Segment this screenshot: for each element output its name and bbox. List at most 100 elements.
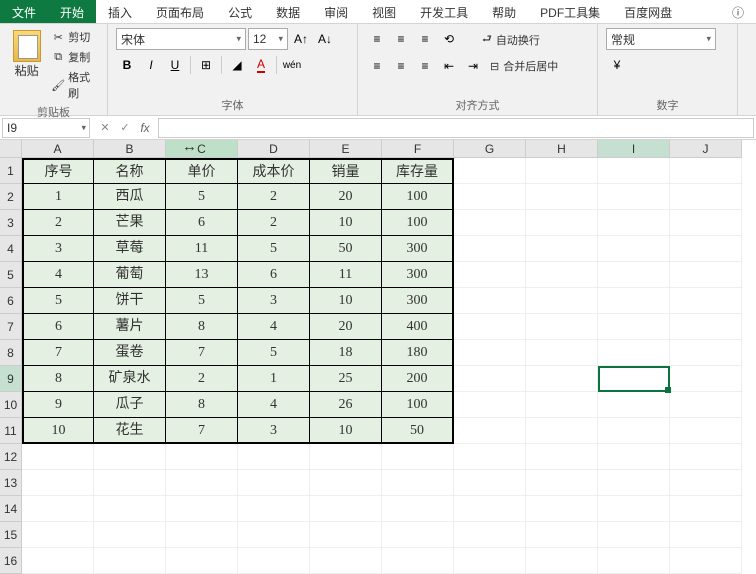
tab-file[interactable]: 文件: [0, 0, 48, 23]
cell-C7[interactable]: 8: [166, 314, 238, 340]
select-all-corner[interactable]: [0, 140, 22, 158]
cell-F9[interactable]: 200: [382, 366, 454, 392]
cell-D2[interactable]: 2: [238, 184, 310, 210]
cell-I15[interactable]: [598, 522, 670, 548]
font-color-button[interactable]: A: [250, 54, 272, 76]
cell-H5[interactable]: [526, 262, 598, 288]
cell-G13[interactable]: [454, 470, 526, 496]
cell-A8[interactable]: 7: [22, 340, 94, 366]
cell-D7[interactable]: 4: [238, 314, 310, 340]
row-header-14[interactable]: 14: [0, 496, 22, 522]
cell-G8[interactable]: [454, 340, 526, 366]
cell-F15[interactable]: [382, 522, 454, 548]
underline-button[interactable]: U: [164, 54, 186, 76]
bold-button[interactable]: B: [116, 54, 138, 76]
cell-G3[interactable]: [454, 210, 526, 236]
cell-H14[interactable]: [526, 496, 598, 522]
cell-I11[interactable]: [598, 418, 670, 444]
tab-insert[interactable]: 插入: [96, 0, 144, 23]
cell-H12[interactable]: [526, 444, 598, 470]
cell-E10[interactable]: 26: [310, 392, 382, 418]
row-header-8[interactable]: 8: [0, 340, 22, 366]
cancel-button[interactable]: ✕: [96, 119, 114, 137]
increase-font-button[interactable]: A↑: [290, 28, 312, 50]
col-header-C[interactable]: C: [166, 140, 238, 158]
row-header-3[interactable]: 3: [0, 210, 22, 236]
cell-C15[interactable]: [166, 522, 238, 548]
align-left-button[interactable]: ≡: [366, 55, 388, 77]
cell-F4[interactable]: 300: [382, 236, 454, 262]
cell-I1[interactable]: [598, 158, 670, 184]
cell-C16[interactable]: [166, 548, 238, 574]
cell-I16[interactable]: [598, 548, 670, 574]
row-header-15[interactable]: 15: [0, 522, 22, 548]
formula-input[interactable]: [158, 118, 754, 138]
cell-H10[interactable]: [526, 392, 598, 418]
row-header-10[interactable]: 10: [0, 392, 22, 418]
cell-C12[interactable]: [166, 444, 238, 470]
cell-D15[interactable]: [238, 522, 310, 548]
cell-J9[interactable]: [670, 366, 742, 392]
cell-F5[interactable]: 300: [382, 262, 454, 288]
cell-A10[interactable]: 9: [22, 392, 94, 418]
row-header-13[interactable]: 13: [0, 470, 22, 496]
tab-view[interactable]: 视图: [360, 0, 408, 23]
cell-C14[interactable]: [166, 496, 238, 522]
cell-B3[interactable]: 芒果: [94, 210, 166, 236]
cell-J13[interactable]: [670, 470, 742, 496]
cell-D3[interactable]: 2: [238, 210, 310, 236]
cell-D1[interactable]: 成本价: [238, 158, 310, 184]
cell-J10[interactable]: [670, 392, 742, 418]
cell-F10[interactable]: 100: [382, 392, 454, 418]
col-header-F[interactable]: F: [382, 140, 454, 158]
cell-E9[interactable]: 25: [310, 366, 382, 392]
align-middle-button[interactable]: ≡: [390, 28, 412, 50]
cell-J8[interactable]: [670, 340, 742, 366]
cell-D5[interactable]: 6: [238, 262, 310, 288]
orientation-button[interactable]: ⟲: [438, 28, 460, 50]
cell-F2[interactable]: 100: [382, 184, 454, 210]
cell-I6[interactable]: [598, 288, 670, 314]
cell-C10[interactable]: 8: [166, 392, 238, 418]
cell-B13[interactable]: [94, 470, 166, 496]
cell-I4[interactable]: [598, 236, 670, 262]
name-box[interactable]: I9▾: [2, 118, 90, 138]
cell-G16[interactable]: [454, 548, 526, 574]
indent-increase-button[interactable]: ⇥: [462, 55, 484, 77]
row-header-4[interactable]: 4: [0, 236, 22, 262]
decrease-font-button[interactable]: A↓: [314, 28, 336, 50]
cell-C6[interactable]: 5: [166, 288, 238, 314]
cell-H15[interactable]: [526, 522, 598, 548]
cell-A2[interactable]: 1: [22, 184, 94, 210]
font-size-select[interactable]: 12▾: [248, 28, 288, 50]
cell-C2[interactable]: 5: [166, 184, 238, 210]
cell-H8[interactable]: [526, 340, 598, 366]
cell-J4[interactable]: [670, 236, 742, 262]
cell-B6[interactable]: 饼干: [94, 288, 166, 314]
cell-A1[interactable]: 序号: [22, 158, 94, 184]
cell-J5[interactable]: [670, 262, 742, 288]
cell-E14[interactable]: [310, 496, 382, 522]
cell-G14[interactable]: [454, 496, 526, 522]
cell-I8[interactable]: [598, 340, 670, 366]
cell-D11[interactable]: 3: [238, 418, 310, 444]
cell-J6[interactable]: [670, 288, 742, 314]
cell-G12[interactable]: [454, 444, 526, 470]
cell-D14[interactable]: [238, 496, 310, 522]
cell-D13[interactable]: [238, 470, 310, 496]
cell-B5[interactable]: 葡萄: [94, 262, 166, 288]
font-name-select[interactable]: 宋体▾: [116, 28, 246, 50]
cell-A4[interactable]: 3: [22, 236, 94, 262]
cell-F16[interactable]: [382, 548, 454, 574]
cell-E6[interactable]: 10: [310, 288, 382, 314]
cell-E12[interactable]: [310, 444, 382, 470]
row-header-6[interactable]: 6: [0, 288, 22, 314]
col-header-G[interactable]: G: [454, 140, 526, 158]
cell-D16[interactable]: [238, 548, 310, 574]
cell-H4[interactable]: [526, 236, 598, 262]
number-format-select[interactable]: 常规▾: [606, 28, 716, 50]
cell-H1[interactable]: [526, 158, 598, 184]
cell-J7[interactable]: [670, 314, 742, 340]
border-button[interactable]: ⊞: [195, 54, 217, 76]
cell-I7[interactable]: [598, 314, 670, 340]
